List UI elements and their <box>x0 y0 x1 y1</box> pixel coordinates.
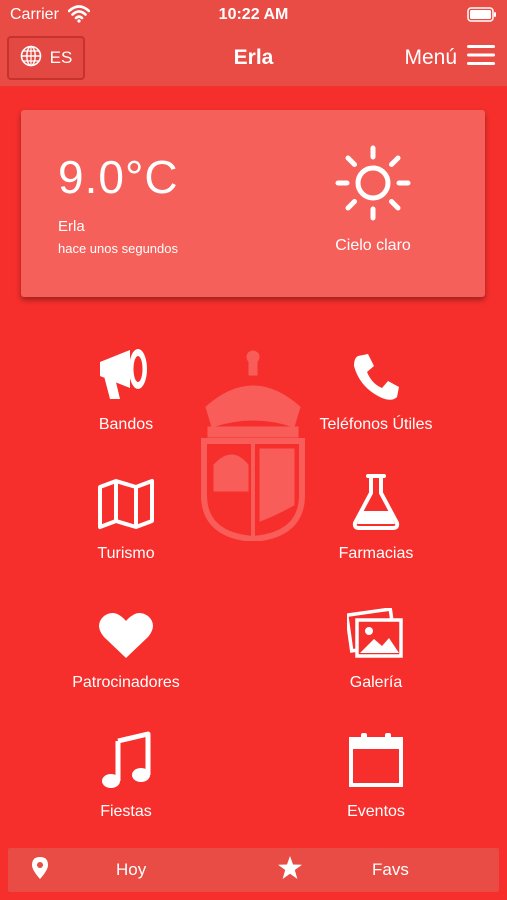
tab-hoy[interactable]: Hoy <box>32 848 146 892</box>
grid-label: Turismo <box>97 545 155 562</box>
heart-icon <box>16 596 236 660</box>
map-icon <box>16 467 236 531</box>
grid-item-fiestas[interactable]: Fiestas <box>16 725 236 821</box>
location-pin-icon <box>32 856 48 884</box>
battery-icon <box>467 7 497 27</box>
grid-label: Teléfonos Útiles <box>319 416 433 433</box>
grid-item-eventos[interactable]: Eventos <box>266 725 486 821</box>
weather-condition: Cielo claro <box>335 237 411 254</box>
weather-updated: hace unos segundos <box>58 241 178 256</box>
sun-icon <box>334 144 412 227</box>
bottom-tab-bar: Hoy Favs <box>8 848 499 892</box>
grid-item-turismo[interactable]: Turismo <box>16 467 236 563</box>
tab-favs[interactable]: Favs <box>278 848 409 892</box>
grid-label: Galería <box>349 674 403 691</box>
menu-button[interactable]: Menú <box>404 42 495 74</box>
weather-location: Erla <box>58 218 85 235</box>
hamburger-icon <box>467 44 495 72</box>
phone-icon <box>266 338 486 402</box>
tab-label: Favs <box>372 860 409 879</box>
grid-label: Farmacias <box>338 545 414 562</box>
status-bar: Carrier 10:22 AM <box>0 0 507 30</box>
clock: 10:22 AM <box>218 6 289 23</box>
music-note-icon <box>16 725 236 789</box>
gallery-icon <box>266 596 486 660</box>
grid-item-telefonos[interactable]: Teléfonos Útiles <box>266 338 486 434</box>
grid-label: Eventos <box>347 803 405 820</box>
tab-label: Hoy <box>116 860 147 879</box>
grid-label: Bandos <box>98 416 154 433</box>
nav-bar: ES Erla Menú <box>0 30 507 86</box>
megaphone-icon <box>16 338 236 402</box>
calendar-icon <box>266 725 486 789</box>
grid-label: Fiestas <box>100 803 152 820</box>
grid-label: Patrocinadores <box>72 674 180 691</box>
star-icon <box>278 856 302 884</box>
grid-item-farmacias[interactable]: Farmacias <box>266 467 486 563</box>
flask-icon <box>266 467 486 531</box>
grid-item-galeria[interactable]: Galería <box>266 596 486 692</box>
grid-item-bandos[interactable]: Bandos <box>16 338 236 434</box>
menu-label: Menú <box>404 46 457 69</box>
grid-item-patrocinadores[interactable]: Patrocinadores <box>16 596 236 692</box>
temperature: 9.0°C <box>58 151 179 203</box>
weather-card[interactable]: 9.0°C Erla hace unos segundos Cielo clar… <box>21 110 485 297</box>
